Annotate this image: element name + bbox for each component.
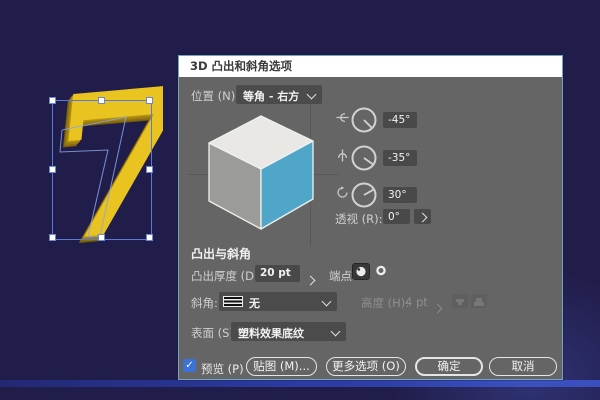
extrude-depth-label: 凸出厚度 (D): <box>191 268 262 284</box>
dialog-3d-extrude-bevel-options: 3D 凸出和斜角选项 位置 (N): 等角 - 右方 -45° <box>178 55 563 380</box>
extrude-depth-stepper-button[interactable] <box>307 269 314 288</box>
cap-hollow-button[interactable] <box>373 263 391 280</box>
perspective-label: 透视 (R): <box>335 211 383 227</box>
rotation-preview-cube[interactable] <box>201 111 326 236</box>
rotate-z-axis-icon <box>336 186 349 199</box>
rotate-y-dial[interactable] <box>350 144 378 172</box>
bevel-extent-in-button <box>471 294 487 308</box>
surface-dropdown[interactable]: 塑料效果底纹 <box>231 322 346 341</box>
rotate-z-value-field[interactable]: 30° <box>383 187 417 203</box>
selection-handle-s[interactable] <box>98 234 105 241</box>
selection-bounding-box <box>52 100 152 240</box>
surface-value: 塑料效果底纹 <box>238 327 304 340</box>
selection-handle-n[interactable] <box>98 97 105 104</box>
bevel-height-stepper-button <box>434 297 441 316</box>
extrude-depth-field[interactable]: 20 pt <box>255 265 300 282</box>
bevel-value: 无 <box>249 295 260 311</box>
dialog-title: 3D 凸出和斜角选项 <box>190 56 292 77</box>
cap-hollow-icon <box>373 263 389 278</box>
bevel-extent-out-button <box>452 294 468 308</box>
bevel-none-swatch-icon <box>223 296 243 307</box>
cap-solid-button[interactable] <box>352 263 370 280</box>
selection-handle-ne[interactable] <box>146 97 153 104</box>
cap-solid-icon <box>353 264 369 279</box>
chevron-right-icon <box>306 276 316 286</box>
selection-handle-sw[interactable] <box>49 234 56 241</box>
rotate-z-dial[interactable] <box>350 181 378 209</box>
selection-handle-w[interactable] <box>49 166 56 173</box>
preview-checkbox[interactable]: ✓ <box>183 359 196 372</box>
chevron-right-icon <box>433 304 443 314</box>
perspective-value-field[interactable]: 0° <box>383 209 410 224</box>
checkmark-icon: ✓ <box>185 360 193 371</box>
position-label: 位置 (N): <box>191 88 239 104</box>
chevron-down-icon <box>331 327 341 337</box>
rotate-y-axis-icon <box>336 149 349 162</box>
more-options-button[interactable]: 更多选项 (O) <box>326 357 406 376</box>
rotate-x-dial[interactable] <box>350 106 378 134</box>
selection-handle-e[interactable] <box>146 166 153 173</box>
bevel-extent-out-icon <box>452 295 468 309</box>
perspective-stepper-button[interactable] <box>414 209 431 224</box>
selection-handle-se[interactable] <box>146 234 153 241</box>
selection-handle-nw[interactable] <box>49 97 56 104</box>
chevron-down-icon <box>307 90 317 100</box>
bevel-label: 斜角: <box>191 295 218 311</box>
application-canvas: 7 7 7 7 7 7 3D 凸出和斜角选项 位置 (N): 等角 - 右方 <box>0 0 600 400</box>
chevron-right-icon <box>418 213 428 223</box>
ok-button[interactable]: 确定 <box>415 357 483 376</box>
bevel-extent-in-icon <box>471 295 487 309</box>
position-dropdown[interactable]: 等角 - 右方 <box>236 85 322 104</box>
preview-checkbox-label: 预览 (P) <box>201 361 244 377</box>
rotate-x-value-field[interactable]: -45° <box>383 112 417 128</box>
bevel-dropdown[interactable]: 无 <box>219 292 337 311</box>
chevron-down-icon <box>322 297 332 307</box>
dialog-titlebar[interactable]: 3D 凸出和斜角选项 <box>179 56 562 77</box>
rotate-x-axis-icon <box>336 111 349 124</box>
bevel-height-value: 4 pt <box>405 295 428 309</box>
cancel-button[interactable]: 取消 <box>489 357 557 376</box>
rotate-y-value-field[interactable]: -35° <box>383 150 417 166</box>
extrude-section-header: 凸出与斜角 <box>191 245 251 262</box>
map-art-button[interactable]: 贴图 (M)... <box>246 357 317 376</box>
position-value: 等角 - 右方 <box>243 90 299 103</box>
bevel-height-label: 高度 (H): <box>361 295 409 311</box>
